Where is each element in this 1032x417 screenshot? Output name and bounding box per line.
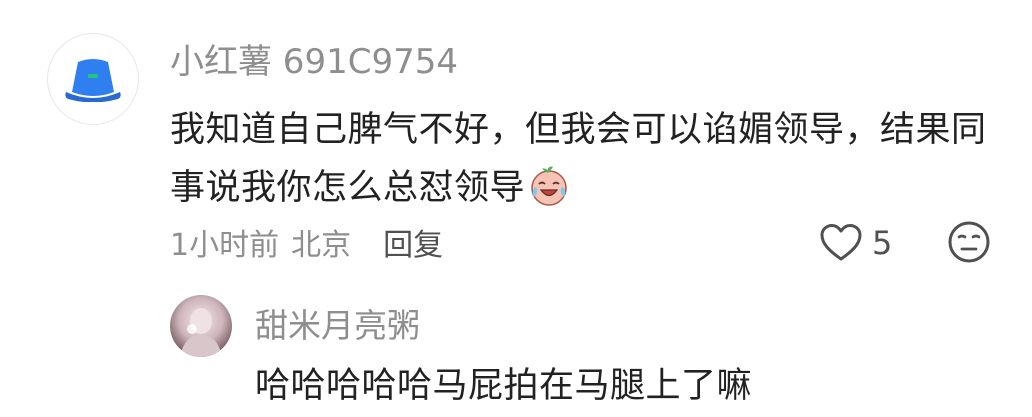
user-avatar[interactable] [47,33,139,125]
dislike-button[interactable] [947,220,991,264]
comment-username[interactable]: 小红薯 691C9754 [170,40,458,84]
reply-text: 哈哈哈哈哈马屁拍在马腿上了嘛 [255,366,753,406]
comment-thread: 小红薯 691C9754 我知道自己脾气不好，但我会可以谄媚领导，结果同事说我你… [0,0,1032,417]
reply-username[interactable]: 甜米月亮粥 [255,304,420,348]
meh-face-icon [948,221,990,263]
comment-time: 1小时前 [170,228,280,263]
reply-user-avatar[interactable] [170,295,232,357]
bucket-hat-icon [65,59,121,102]
like-button[interactable]: 5 [820,221,892,265]
comment-location: 北京 [291,228,352,263]
portrait-photo-icon [180,308,222,357]
crying-laughing-emoji-icon [531,166,567,206]
reply-button[interactable]: 回复 [383,220,443,264]
like-count: 5 [872,224,893,262]
comment-text: 我知道自己脾气不好，但我会可以谄媚领导，结果同事说我你怎么总怼领导 [170,101,990,217]
comment-body: 我知道自己脾气不好，但我会可以谄媚领导，结果同事说我你怎么总怼领导 [170,110,987,208]
comment-meta: 1小时前 北京 回复 [170,220,443,264]
heart-icon [820,224,862,261]
